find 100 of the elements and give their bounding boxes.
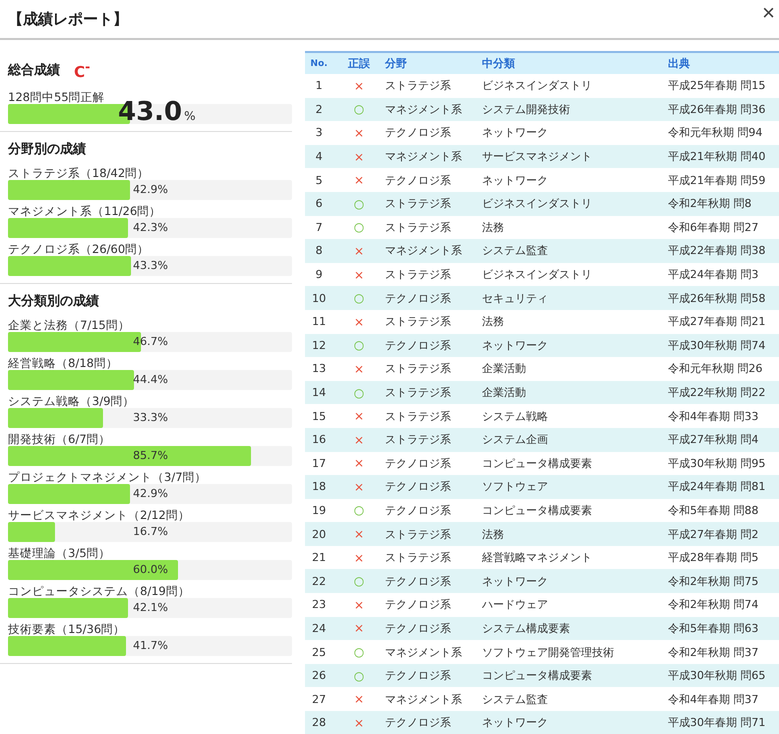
bar-label: プロジェクトマネジメント（3/7問） [8,470,208,484]
table-cell: 3 [305,121,333,145]
result-mark: ○ [354,338,364,352]
table-cell: 平成21年春期 問59 [668,168,779,192]
correct-count: 128問中55問正解 [8,90,106,104]
table-cell: 平成22年春期 問38 [668,239,779,263]
table-cell: 4 [305,144,333,168]
table-cell: ソフトウェア開発管理技術 [482,640,668,664]
table-cell: 11 [305,310,333,334]
table-cell: 平成27年春期 問21 [668,310,779,334]
table-cell: ストラテジ系 [385,310,482,334]
result-mark: × [354,692,364,706]
table-cell: ストラテジ系 [385,357,482,381]
percent-value: 16.7% [133,525,168,538]
column-header: No. [305,52,333,74]
section-heading: 総合成績 [8,62,60,79]
table-cell: ソフトウェア [482,475,668,499]
section-heading: 分野別の成績 [8,141,87,158]
result-mark: ○ [354,668,364,683]
percent-value: 60.0% [133,563,168,576]
table-cell: 令和4年春期 問33 [668,404,779,428]
table-cell: 平成30年秋期 問74 [668,334,779,358]
table-cell: 平成28年春期 問5 [668,546,779,570]
table-cell: テクノロジ系 [385,286,482,310]
table-cell: ストラテジ系 [385,262,482,286]
result-mark: × [354,621,364,636]
table-cell: 1 [305,74,333,98]
bar-label: ストラテジ系（18/42問） [8,166,150,180]
table-cell: 法務 [482,216,668,240]
table-cell: 21 [305,546,333,570]
table-cell: テクノロジ系 [385,711,482,734]
result-mark: × [354,598,364,612]
bar-label: 基礎理論（3/5問） [8,546,112,560]
result-mark: × [354,432,364,447]
close-button[interactable]: × [758,2,779,24]
table-cell: 平成26年秋期 問58 [668,286,779,310]
table-cell: 企業活動 [482,380,668,404]
result-mark: × [354,456,364,470]
table-cell: ストラテジ系 [385,404,482,428]
result-mark: × [354,78,364,93]
table-cell: マネジメント系 [385,239,482,263]
score-unit: % [184,109,196,123]
table-cell: 27 [305,687,333,712]
table-cell: ビジネスインダストリ [482,192,668,216]
result-mark: × [354,173,364,188]
result-mark: ○ [354,291,364,306]
percent-value: 33.3% [133,411,168,424]
result-mark: × [354,362,364,376]
result-mark: ○ [354,196,364,211]
table-cell: 22 [305,569,333,594]
result-mark: × [354,527,364,542]
table-cell: マネジメント系 [385,144,482,168]
table-cell: 19 [305,498,333,522]
table-cell: 平成27年秋期 問4 [668,428,779,452]
table-cell: ネットワーク [482,121,668,145]
percent-value: 42.9% [133,487,168,500]
table-cell: 17 [305,452,333,476]
result-mark: × [354,480,364,494]
bar-label: 開発技術（6/7問） [8,432,112,446]
table-cell: 10 [305,286,333,310]
table-cell: テクノロジ系 [385,452,482,476]
table-cell: 5 [305,168,333,192]
table-cell: 12 [305,334,333,358]
table-cell: 14 [305,380,333,404]
section-heading: 大分類別の成績 [8,293,100,310]
bar-label: マネジメント系（11/26問） [8,204,162,218]
table-cell: ビジネスインダストリ [482,262,668,286]
table-cell: 16 [305,428,333,452]
result-mark: ○ [354,574,364,588]
table-cell: 28 [305,711,333,734]
result-mark: × [354,244,364,258]
table-cell: 令和元年秋期 問26 [668,357,779,381]
column-header: 中分類 [482,52,668,74]
table-cell: 令和5年春期 問63 [668,616,779,640]
table-cell: テクノロジ系 [385,569,482,594]
table-cell: 平成26年春期 問36 [668,98,779,122]
percent-value: 42.9% [133,183,168,196]
table-cell: 平成21年秋期 問40 [668,144,779,168]
table-cell: 13 [305,357,333,381]
column-header: 出典 [668,52,779,74]
table-cell: コンピュータ構成要素 [482,452,668,476]
table-cell: 20 [305,522,333,546]
table-cell: 平成30年春期 問71 [668,711,779,734]
table-cell: 平成22年秋期 問22 [668,380,779,404]
bar-label: 企業と法務（7/15問） [8,318,131,332]
table-cell: システム戦略 [482,404,668,428]
bar-label: 技術要素（15/36問） [8,622,126,636]
table-cell: 25 [305,640,333,664]
grade-label: C$^{-}$ [74,59,90,81]
percent-value: 42.1% [133,601,168,614]
table-cell: セキュリティ [482,286,668,310]
table-cell: 26 [305,664,333,688]
table-cell: ストラテジ系 [385,522,482,546]
result-mark: ○ [354,503,364,518]
table-cell: 平成30年秋期 問65 [668,664,779,688]
table-cell: ストラテジ系 [385,216,482,240]
table-cell: システム監査 [482,239,668,263]
result-mark: ○ [354,220,364,234]
table-cell: ストラテジ系 [385,192,482,216]
table-cell: 令和2年秋期 問74 [668,593,779,617]
